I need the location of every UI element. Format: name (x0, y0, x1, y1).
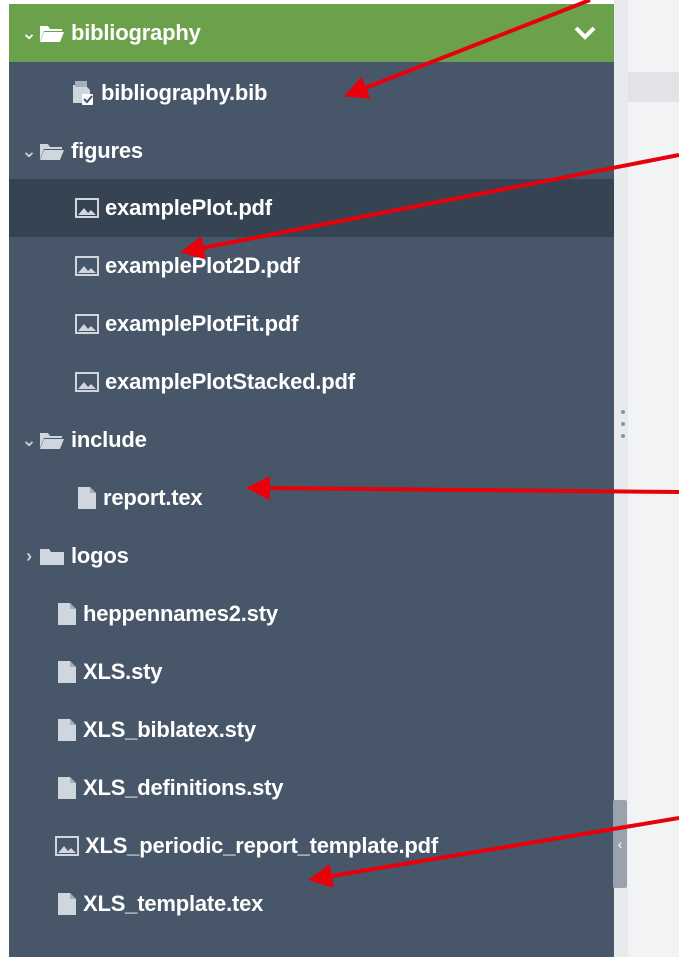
tree-file-exampleplot-pdf[interactable]: examplePlot.pdf (9, 179, 614, 237)
tree-row-label: include (71, 427, 147, 452)
image-file-icon (75, 256, 99, 276)
editor-pane (628, 0, 679, 957)
image-file-icon (75, 314, 99, 334)
tree-file-exampleplotstacked-pdf[interactable]: examplePlotStacked.pdf (9, 353, 614, 411)
tree-row-label: bibliography.bib (101, 80, 268, 105)
folder-open-icon (39, 430, 65, 450)
chevron-down-icon[interactable]: ⌄ (19, 141, 39, 162)
image-file-icon (55, 836, 79, 856)
tree-file-xls-template-tex[interactable]: XLS_template.tex (9, 875, 614, 933)
chevron-left-icon: ‹ (617, 836, 623, 852)
collapse-panel-button[interactable]: ‹ (613, 800, 627, 888)
tree-row-label: XLS_definitions.sty (83, 775, 284, 800)
tree-row-label: examplePlotStacked.pdf (105, 369, 355, 394)
bib-file-icon (71, 79, 95, 107)
folder-open-icon (39, 23, 65, 43)
tree-file-xls-definitions-sty[interactable]: XLS_definitions.sty (9, 759, 614, 817)
tree-folder-figures[interactable]: ⌄ figures (9, 122, 614, 180)
file-tree-panel: ⌄ bibliography bibliography.bib ⌄ figure… (9, 4, 614, 957)
tree-file-report-tex[interactable]: report.tex (9, 469, 614, 527)
tree-row-label: figures (71, 138, 143, 163)
tree-file-heppennames2-sty[interactable]: heppennames2.sty (9, 585, 614, 643)
chevron-down-icon[interactable]: ⌄ (19, 23, 39, 44)
tree-folder-bibliography[interactable]: ⌄ bibliography (9, 4, 614, 62)
tree-row-label: examplePlot2D.pdf (105, 253, 300, 278)
tree-folder-include[interactable]: ⌄ include (9, 411, 614, 469)
chevron-right-icon[interactable]: › (19, 546, 39, 567)
tree-row-label: XLS_biblatex.sty (83, 717, 256, 742)
tree-row-label: XLS_template.tex (83, 891, 264, 916)
image-file-icon (75, 372, 99, 392)
file-icon (57, 718, 77, 742)
editor-toolbar (628, 72, 679, 102)
tree-row-label: bibliography (71, 20, 201, 45)
tree-row-label: report.tex (103, 485, 203, 510)
file-icon (57, 892, 77, 916)
image-file-icon (75, 198, 99, 218)
tree-row-label: heppennames2.sty (83, 601, 278, 626)
file-icon (57, 776, 77, 800)
tree-file-xls-sty[interactable]: XLS.sty (9, 643, 614, 701)
tree-file-bibliography-bib[interactable]: bibliography.bib (9, 64, 614, 122)
tree-file-exampleplotfit-pdf[interactable]: examplePlotFit.pdf (9, 295, 614, 353)
file-icon (57, 660, 77, 684)
file-icon (77, 486, 97, 510)
tree-file-xls-biblatex-sty[interactable]: XLS_biblatex.sty (9, 701, 614, 759)
tree-row-label: XLS.sty (83, 659, 163, 684)
tree-row-label: XLS_periodic_report_template.pdf (85, 833, 439, 858)
folder-icon (39, 546, 65, 566)
resize-handle-icon[interactable] (621, 410, 625, 454)
chevron-down-icon[interactable] (574, 20, 596, 46)
tree-row-label: examplePlot.pdf (105, 195, 272, 220)
tree-file-xls-periodic-report-template-pdf[interactable]: XLS_periodic_report_template.pdf (9, 817, 614, 875)
file-icon (57, 602, 77, 626)
tree-row-label: examplePlotFit.pdf (105, 311, 299, 336)
tree-folder-logos[interactable]: › logos (9, 527, 614, 585)
tree-row-label: logos (71, 543, 129, 568)
folder-open-icon (39, 141, 65, 161)
chevron-down-icon[interactable]: ⌄ (19, 430, 39, 451)
tree-file-exampleplot2d-pdf[interactable]: examplePlot2D.pdf (9, 237, 614, 295)
